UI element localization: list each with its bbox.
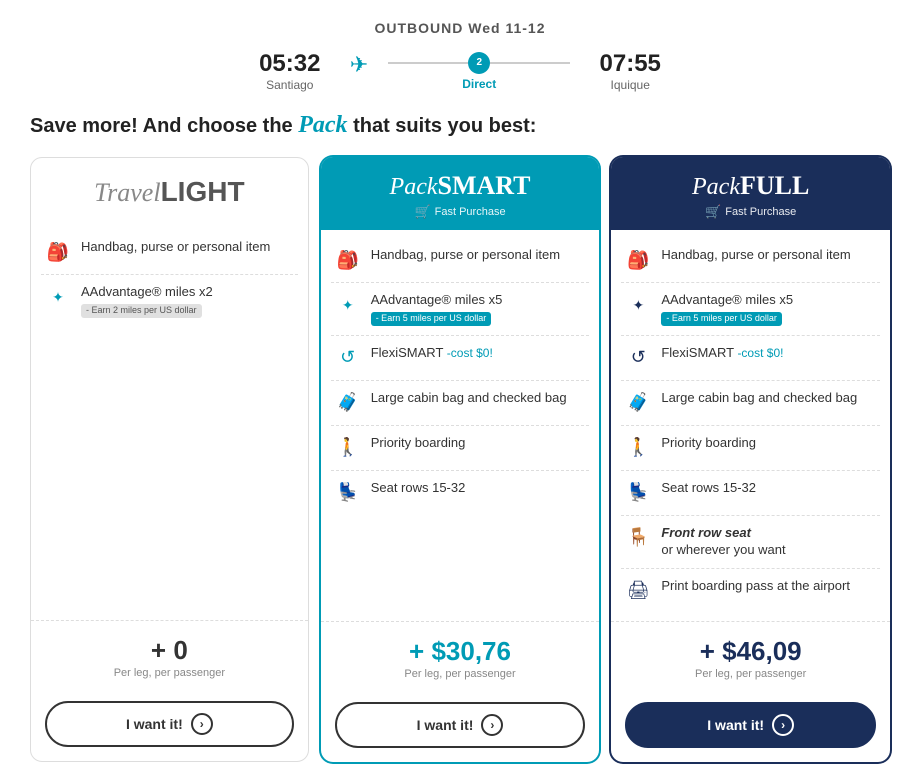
list-item: 🚶 Priority boarding	[621, 426, 880, 471]
miles-icon: ✦	[335, 292, 361, 318]
light-price: + 0	[45, 635, 294, 666]
feature-text: AAdvantage® miles x2 - Earn 2 miles per …	[81, 284, 294, 318]
card-full: PackFULL 🛒 Fast Purchase 🎒 Handbag, purs…	[611, 157, 890, 762]
card-smart-footer: + $30,76 Per leg, per passenger	[321, 621, 600, 692]
list-item: ✦ AAdvantage® miles x2 - Earn 2 miles pe…	[41, 275, 298, 327]
stops-dot: 2	[468, 52, 490, 74]
list-item: 💺 Seat rows 15-32	[331, 471, 590, 515]
card-smart-features: 🎒 Handbag, purse or personal item ✦ AAdv…	[321, 230, 600, 621]
list-item: 🪑 Front row seat or wherever you want	[621, 516, 880, 569]
outbound-header: OUTBOUND Wed 11-12	[20, 20, 900, 36]
card-full-footer: + $46,09 Per leg, per passenger	[611, 621, 890, 692]
card-light-footer: + 0 Per leg, per passenger	[31, 620, 308, 691]
smart-price: + $30,76	[335, 636, 586, 667]
flexi-icon: ↺	[625, 345, 651, 371]
handbag-icon: 🎒	[625, 247, 651, 273]
list-item: 🚶 Priority boarding	[331, 426, 590, 471]
cards-container: TravelLIGHT 🎒 Handbag, purse or personal…	[20, 157, 900, 762]
feature-text: Large cabin bag and checked bag	[371, 390, 567, 407]
print-icon: 🖨	[625, 578, 651, 604]
list-item: 🎒 Handbag, purse or personal item	[331, 238, 590, 283]
fast-purchase-icon: 🛒	[414, 204, 430, 220]
flight-bar: 05:32 Santiago ✈ 2 Direct 07:55 Iquique	[20, 50, 900, 92]
feature-text: Handbag, purse or personal item	[371, 247, 560, 264]
handbag-icon: 🎒	[335, 247, 361, 273]
bag-icon: 🧳	[335, 390, 361, 416]
list-item: 💺 Seat rows 15-32	[621, 471, 880, 516]
full-fast-purchase: 🛒 Fast Purchase	[625, 204, 876, 220]
card-light: TravelLIGHT 🎒 Handbag, purse or personal…	[30, 157, 309, 762]
list-item: 🧳 Large cabin bag and checked bag	[331, 381, 590, 426]
save-headline: Save more! And choose the Pack that suit…	[20, 112, 900, 139]
feature-text: Priority boarding	[371, 435, 466, 452]
departure-time: 05:32	[240, 50, 340, 78]
seat-icon: 💺	[625, 480, 651, 506]
list-item: ↺ FlexiSMART -cost $0!	[331, 336, 590, 381]
miles-icon: ✦	[625, 292, 651, 318]
card-light-header: TravelLIGHT	[31, 158, 308, 222]
card-full-features: 🎒 Handbag, purse or personal item ✦ AAdv…	[611, 230, 890, 621]
feature-text: Seat rows 15-32	[661, 480, 756, 497]
light-price-sub: Per leg, per passenger	[45, 667, 294, 679]
smart-price-sub: Per leg, per passenger	[335, 668, 586, 680]
smart-arrow-icon: ›	[481, 714, 503, 736]
feature-text: Priority boarding	[661, 435, 756, 452]
direct-label: Direct	[462, 77, 496, 91]
boarding-icon: 🚶	[335, 435, 361, 461]
list-item: 🎒 Handbag, purse or personal item	[41, 230, 298, 275]
full-arrow-icon: ›	[772, 714, 794, 736]
light-want-button[interactable]: I want it! ›	[45, 701, 294, 747]
feature-text: Handbag, purse or personal item	[81, 239, 270, 256]
list-item: 🧳 Large cabin bag and checked bag	[621, 381, 880, 426]
card-smart-title: PackSMART	[335, 171, 586, 201]
front-row-icon: 🪑	[625, 525, 651, 551]
smart-want-button[interactable]: I want it! ›	[335, 702, 586, 748]
feature-text: AAdvantage® miles x5 - Earn 5 miles per …	[661, 292, 876, 326]
card-light-title: TravelLIGHT	[45, 176, 294, 208]
bag-icon: 🧳	[625, 390, 651, 416]
arrival-city: Iquique	[580, 78, 680, 92]
smart-fast-purchase: 🛒 Fast Purchase	[335, 204, 586, 220]
list-item: 🎒 Handbag, purse or personal item	[621, 238, 880, 283]
card-full-title: PackFULL	[625, 171, 876, 201]
light-arrow-icon: ›	[191, 713, 213, 735]
feature-text: FlexiSMART -cost $0!	[661, 345, 783, 362]
handbag-icon: 🎒	[45, 239, 71, 265]
flight-line-container: 2 Direct	[388, 52, 570, 91]
feature-text: AAdvantage® miles x5 - Earn 5 miles per …	[371, 292, 586, 326]
full-price-sub: Per leg, per passenger	[625, 668, 876, 680]
feature-text: FlexiSMART -cost $0!	[371, 345, 493, 362]
boarding-icon: 🚶	[625, 435, 651, 461]
arrival-block: 07:55 Iquique	[580, 50, 680, 92]
card-smart: PackSMART 🛒 Fast Purchase 🎒 Handbag, pur…	[321, 157, 600, 762]
flight-arrow-icon: ✈	[350, 52, 368, 78]
arrival-time: 07:55	[580, 50, 680, 78]
card-full-header: PackFULL 🛒 Fast Purchase	[611, 157, 890, 230]
feature-text: Large cabin bag and checked bag	[661, 390, 857, 407]
list-item: ↺ FlexiSMART -cost $0!	[621, 336, 880, 381]
feature-text: Handbag, purse or personal item	[661, 247, 850, 264]
list-item: ✦ AAdvantage® miles x5 - Earn 5 miles pe…	[331, 283, 590, 336]
fast-purchase-icon: 🛒	[705, 204, 721, 220]
list-item: 🖨 Print boarding pass at the airport	[621, 569, 880, 613]
flexi-icon: ↺	[335, 345, 361, 371]
full-want-button[interactable]: I want it! ›	[625, 702, 876, 748]
list-item: ✦ AAdvantage® miles x5 - Earn 5 miles pe…	[621, 283, 880, 336]
feature-text: Front row seat or wherever you want	[661, 525, 785, 559]
departure-city: Santiago	[240, 78, 340, 92]
card-smart-header: PackSMART 🛒 Fast Purchase	[321, 157, 600, 230]
departure-block: 05:32 Santiago	[240, 50, 340, 92]
miles-icon: ✦	[45, 284, 71, 310]
seat-icon: 💺	[335, 480, 361, 506]
feature-text: Print boarding pass at the airport	[661, 578, 850, 595]
full-price: + $46,09	[625, 636, 876, 667]
card-light-features: 🎒 Handbag, purse or personal item ✦ AAdv…	[31, 222, 308, 620]
feature-text: Seat rows 15-32	[371, 480, 466, 497]
